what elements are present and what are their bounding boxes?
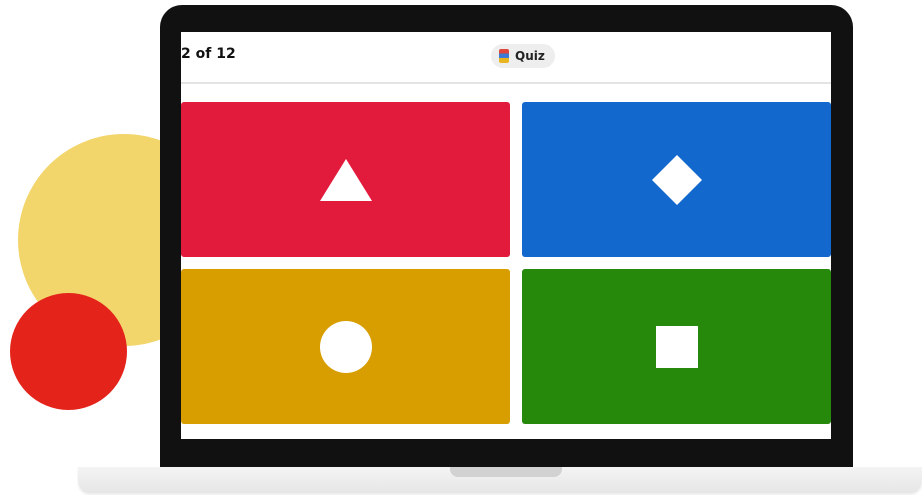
answer-button-blue-diamond[interactable] (522, 102, 831, 257)
question-counter: 2 of 12 (181, 46, 236, 62)
laptop-screen: 2 of 12 Quiz (181, 32, 831, 439)
answer-button-red-triangle[interactable] (181, 102, 510, 257)
quiz-top-bar: 2 of 12 Quiz (181, 32, 831, 84)
quiz-type-label: Quiz (515, 49, 545, 63)
quiz-icon (499, 49, 509, 63)
laptop-notch (450, 467, 562, 477)
triangle-icon (319, 158, 372, 201)
answer-button-green-square[interactable] (522, 269, 831, 424)
circle-icon (319, 320, 372, 373)
square-icon (655, 325, 698, 368)
answer-button-yellow-circle[interactable] (181, 269, 510, 424)
quiz-type-badge: Quiz (491, 44, 555, 68)
diamond-icon (651, 154, 702, 205)
decorative-red-circle (10, 293, 127, 410)
scene: 2 of 12 Quiz (0, 0, 922, 495)
